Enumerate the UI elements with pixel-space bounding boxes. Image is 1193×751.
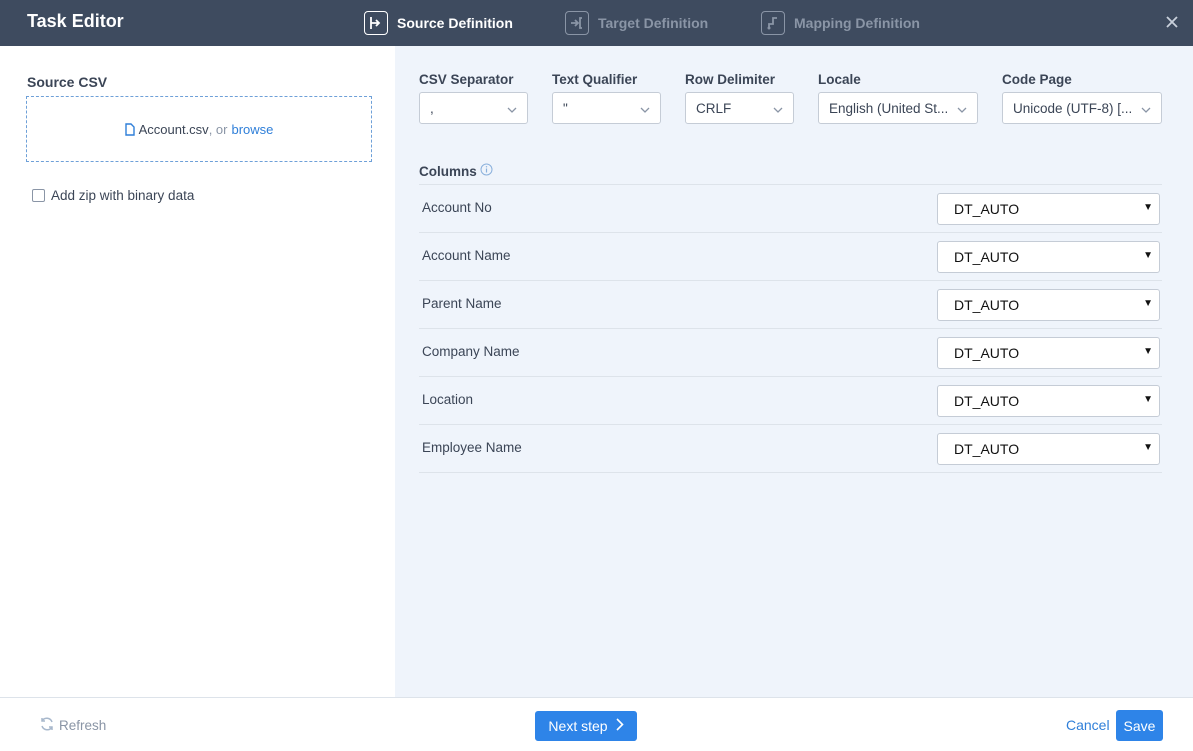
chevron-down-icon — [507, 103, 517, 118]
row-delimiter-label: Row Delimiter — [685, 72, 776, 87]
caret-down-icon: ▼ — [1143, 250, 1153, 261]
source-filename: Account.csv — [138, 121, 209, 137]
refresh-icon — [39, 716, 55, 735]
close-icon[interactable] — [1161, 11, 1183, 33]
locale-value: English (United St... — [829, 100, 949, 116]
tab-mapping-definition[interactable]: Mapping Definition — [761, 0, 920, 46]
chevron-down-icon — [957, 103, 967, 118]
tab-source-definition[interactable]: Source Definition — [364, 0, 513, 46]
code-page-select[interactable]: Unicode (UTF-8) [... — [1002, 92, 1162, 124]
column-type-select[interactable]: DT_AUTO ▼ — [937, 337, 1160, 369]
table-row: Company Name DT_AUTO ▼ — [419, 329, 1162, 377]
refresh-button[interactable]: Refresh — [39, 716, 106, 735]
caret-down-icon: ▼ — [1143, 394, 1153, 405]
source-step-icon — [364, 11, 388, 35]
table-row: Employee Name DT_AUTO ▼ — [419, 425, 1162, 473]
column-type-value: DT_AUTO — [954, 393, 1020, 409]
info-icon[interactable] — [480, 163, 493, 179]
tab-target-definition[interactable]: Target Definition — [565, 0, 708, 46]
columns-label: Columns — [419, 163, 477, 179]
column-type-value: DT_AUTO — [954, 441, 1020, 457]
zip-label: Add zip with binary data — [51, 188, 195, 203]
source-panel: Source CSV Account.csv , or browse Add z… — [0, 46, 395, 697]
table-row: Parent Name DT_AUTO ▼ — [419, 281, 1162, 329]
column-type-select[interactable]: DT_AUTO ▼ — [937, 385, 1160, 417]
column-type-select[interactable]: DT_AUTO ▼ — [937, 289, 1160, 321]
text-qualifier-value: " — [563, 100, 568, 116]
step-label: Mapping Definition — [794, 15, 920, 31]
column-type-value: DT_AUTO — [954, 249, 1020, 265]
or-text: , or — [208, 121, 228, 137]
csv-separator-select[interactable]: , — [419, 92, 528, 124]
refresh-label: Refresh — [59, 718, 107, 733]
locale-select[interactable]: English (United St... — [818, 92, 978, 124]
column-type-select[interactable]: DT_AUTO ▼ — [937, 193, 1160, 225]
caret-down-icon: ▼ — [1143, 346, 1153, 357]
column-type-select[interactable]: DT_AUTO ▼ — [937, 241, 1160, 273]
app-title: Task Editor — [27, 11, 124, 31]
csv-separator-value: , — [430, 100, 434, 116]
zip-option[interactable]: Add zip with binary data — [32, 188, 194, 203]
table-row: Location DT_AUTO ▼ — [419, 377, 1162, 425]
file-icon — [124, 122, 135, 136]
row-delimiter-select[interactable]: CRLF — [685, 92, 794, 124]
row-delimiter-value: CRLF — [696, 100, 732, 116]
target-step-icon — [565, 11, 589, 35]
text-qualifier-select[interactable]: " — [552, 92, 661, 124]
column-name: Location — [422, 392, 474, 407]
table-row: Account No DT_AUTO ▼ — [419, 185, 1162, 233]
step-label: Target Definition — [598, 15, 709, 31]
columns-heading: Columns — [419, 163, 493, 179]
caret-down-icon: ▼ — [1143, 442, 1153, 453]
csv-separator-label: CSV Separator — [419, 72, 514, 87]
step-label: Source Definition — [397, 15, 513, 31]
next-step-button[interactable]: Next step — [535, 711, 637, 741]
chevron-down-icon — [640, 103, 650, 118]
column-type-select[interactable]: DT_AUTO ▼ — [937, 433, 1160, 465]
save-button[interactable]: Save — [1116, 710, 1163, 741]
column-name: Parent Name — [422, 296, 502, 311]
chevron-down-icon — [773, 103, 783, 118]
browse-link[interactable]: browse — [231, 122, 273, 137]
file-dropzone[interactable]: Account.csv , or browse — [26, 96, 372, 162]
columns-table: Account No DT_AUTO ▼ Account Name DT_AUT… — [419, 184, 1162, 473]
column-name: Employee Name — [422, 440, 522, 455]
caret-down-icon: ▼ — [1143, 298, 1153, 309]
code-page-value: Unicode (UTF-8) [... — [1013, 100, 1133, 116]
chevron-right-icon — [615, 718, 624, 734]
caret-down-icon: ▼ — [1143, 202, 1153, 213]
settings-panel: CSV Separator , Text Qualifier " Row Del… — [395, 46, 1193, 697]
code-page-label: Code Page — [1002, 72, 1072, 87]
header-bar: Task Editor Source Definition Target Def… — [0, 0, 1193, 46]
source-csv-label: Source CSV — [27, 74, 108, 90]
mapping-step-icon — [761, 11, 785, 35]
column-name: Account Name — [422, 248, 511, 263]
footer-bar: Refresh Next step Cancel Save — [0, 697, 1193, 751]
cancel-button[interactable]: Cancel — [1066, 717, 1110, 733]
column-type-value: DT_AUTO — [954, 297, 1020, 313]
locale-label: Locale — [818, 72, 861, 87]
zip-checkbox[interactable] — [32, 189, 45, 202]
column-type-value: DT_AUTO — [954, 345, 1020, 361]
column-type-value: DT_AUTO — [954, 201, 1020, 217]
table-row: Account Name DT_AUTO ▼ — [419, 233, 1162, 281]
next-step-label: Next step — [548, 718, 608, 734]
chevron-down-icon — [1141, 103, 1151, 118]
column-name: Company Name — [422, 344, 520, 359]
text-qualifier-label: Text Qualifier — [552, 72, 638, 87]
column-name: Account No — [422, 200, 492, 215]
